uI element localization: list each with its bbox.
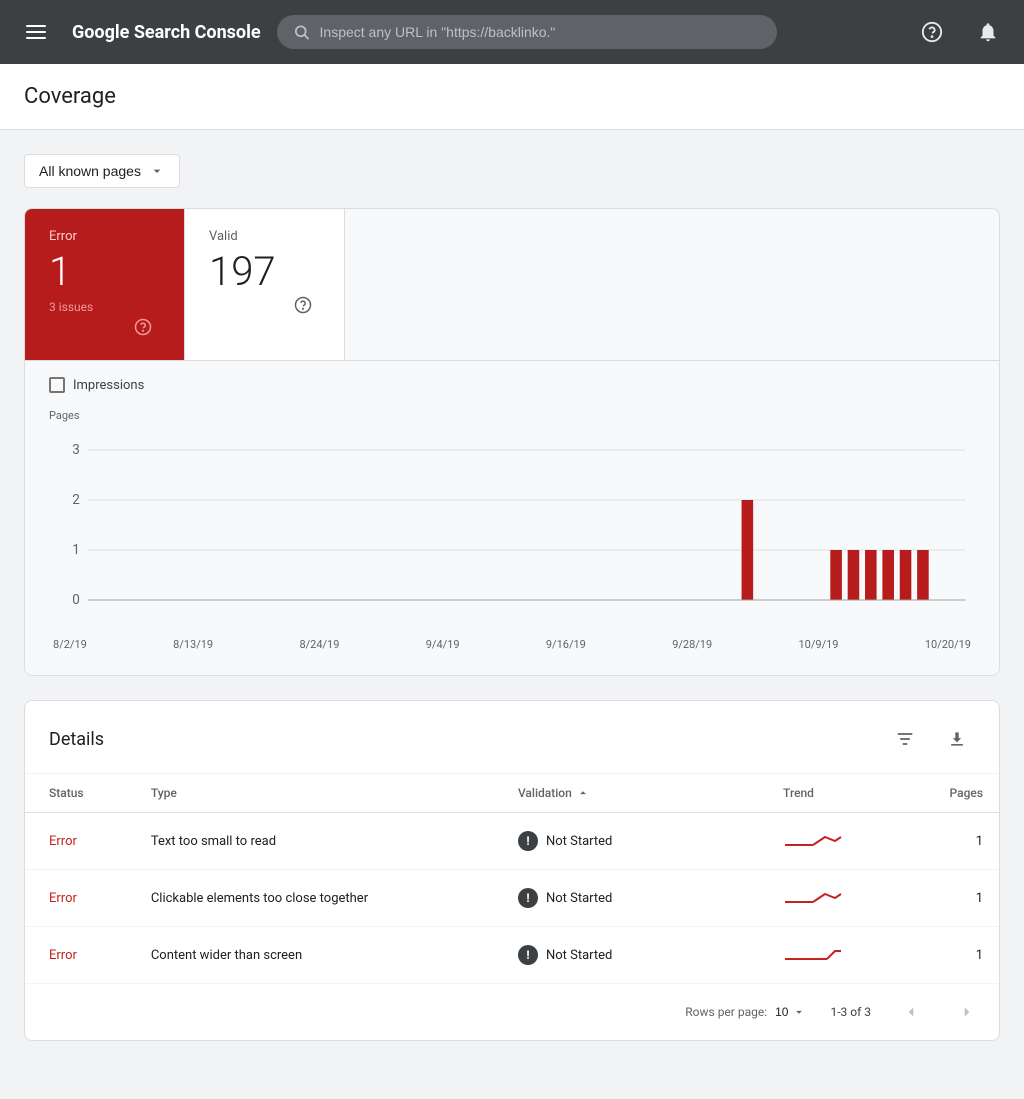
search-input[interactable] (320, 24, 761, 40)
table-row: Error Text too small to read ! Not Start… (25, 813, 999, 870)
pages-cell: 1 (903, 813, 999, 870)
chevron-down-icon (149, 163, 165, 179)
valid-help-icon (294, 296, 312, 314)
details-header: Details (25, 701, 999, 774)
menu-icon[interactable] (16, 12, 56, 52)
table-row: Error Content wider than screen ! Not St… (25, 927, 999, 984)
next-page-button[interactable] (951, 996, 983, 1028)
trend-cell (783, 886, 886, 910)
pages-cell: 1 (903, 870, 999, 927)
validation-cell: ! Not Started (518, 831, 751, 851)
chevron-right-icon (958, 1003, 976, 1021)
pagination-range: 1-3 of 3 (830, 1005, 871, 1019)
trend-cell (783, 943, 886, 967)
details-actions (887, 721, 975, 757)
content-area: All known pages Error 1 3 issues Valid 1… (0, 130, 1024, 1065)
app-logo: Google Search Console (72, 22, 261, 43)
chart-svg: 3 2 1 0 (49, 430, 975, 630)
chart-area: Impressions Pages 3 2 1 0 (25, 361, 999, 675)
validation-status: Not Started (546, 948, 612, 963)
details-table: Status Type Validation Trend Pages (25, 774, 999, 983)
svg-text:0: 0 (72, 592, 80, 608)
table-row: Error Clickable elements too close toget… (25, 870, 999, 927)
error-card-sub: 3 issues (49, 300, 160, 314)
download-button[interactable] (939, 721, 975, 757)
validation-icon: ! (518, 945, 538, 965)
rows-per-page: Rows per page: 10 (685, 1005, 806, 1019)
header: Google Search Console (0, 0, 1024, 64)
trend-sparkline (783, 829, 843, 853)
col-type: Type (135, 774, 502, 813)
svg-text:3: 3 (72, 442, 80, 458)
table-footer: Rows per page: 10 1-3 of 3 (25, 983, 999, 1040)
type-cell: Clickable elements too close together (135, 870, 502, 927)
rows-dropdown-icon (792, 1005, 806, 1019)
valid-card[interactable]: Valid 197 (185, 209, 345, 360)
help-button[interactable] (912, 12, 952, 52)
header-icons (912, 12, 1008, 52)
impressions-checkbox[interactable] (49, 377, 65, 393)
trend-sparkline (783, 886, 843, 910)
trend-cell (783, 829, 886, 853)
error-card-value: 1 (49, 252, 160, 292)
chart-y-label: Pages (49, 409, 975, 422)
notification-button[interactable] (968, 12, 1008, 52)
col-status: Status (25, 774, 135, 813)
impressions-label: Impressions (73, 378, 144, 393)
rows-per-page-label: Rows per page: (685, 1005, 767, 1019)
filter-label: All known pages (39, 163, 141, 179)
chart-wrapper: Pages 3 2 1 0 (49, 409, 975, 651)
search-bar[interactable] (277, 15, 777, 49)
validation-cell: ! Not Started (518, 888, 751, 908)
valid-card-value: 197 (209, 252, 320, 292)
status-badge: Error (49, 891, 77, 906)
svg-text:2: 2 (72, 492, 80, 508)
validation-icon: ! (518, 888, 538, 908)
filter-icon (895, 729, 915, 749)
page-title-bar: Coverage (0, 64, 1024, 130)
details-title: Details (49, 729, 104, 750)
filter-icon-button[interactable] (887, 721, 923, 757)
chart-legend: Impressions (49, 377, 975, 393)
trend-sparkline (783, 943, 843, 967)
svg-text:1: 1 (72, 542, 80, 558)
col-validation[interactable]: Validation (502, 774, 767, 813)
validation-status: Not Started (546, 834, 612, 849)
col-trend: Trend (767, 774, 902, 813)
details-card: Details Status Type (24, 700, 1000, 1041)
validation-icon: ! (518, 831, 538, 851)
download-icon (947, 729, 967, 749)
rows-per-page-select[interactable]: 10 (775, 1005, 806, 1019)
summary-chart-container: Error 1 3 issues Valid 197 Impressions (24, 208, 1000, 676)
prev-page-button[interactable] (895, 996, 927, 1028)
validation-status: Not Started (546, 891, 612, 906)
validation-cell: ! Not Started (518, 945, 751, 965)
sort-icon (576, 786, 590, 800)
filter-row: All known pages (24, 154, 1000, 188)
type-cell: Content wider than screen (135, 927, 502, 984)
chart-x-labels: 8/2/19 8/13/19 8/24/19 9/4/19 9/16/19 9/… (49, 638, 975, 651)
error-card[interactable]: Error 1 3 issues (25, 209, 185, 360)
type-cell: Text too small to read (135, 813, 502, 870)
col-pages: Pages (903, 774, 999, 813)
filter-dropdown[interactable]: All known pages (24, 154, 180, 188)
pages-cell: 1 (903, 927, 999, 984)
error-help-icon (134, 318, 152, 336)
status-badge: Error (49, 948, 77, 963)
summary-cards: Error 1 3 issues Valid 197 (25, 209, 999, 361)
search-icon (293, 23, 310, 41)
valid-card-label: Valid (209, 229, 320, 244)
error-card-label: Error (49, 229, 160, 244)
page-title: Coverage (24, 84, 1000, 109)
status-badge: Error (49, 834, 77, 849)
chevron-left-icon (902, 1003, 920, 1021)
